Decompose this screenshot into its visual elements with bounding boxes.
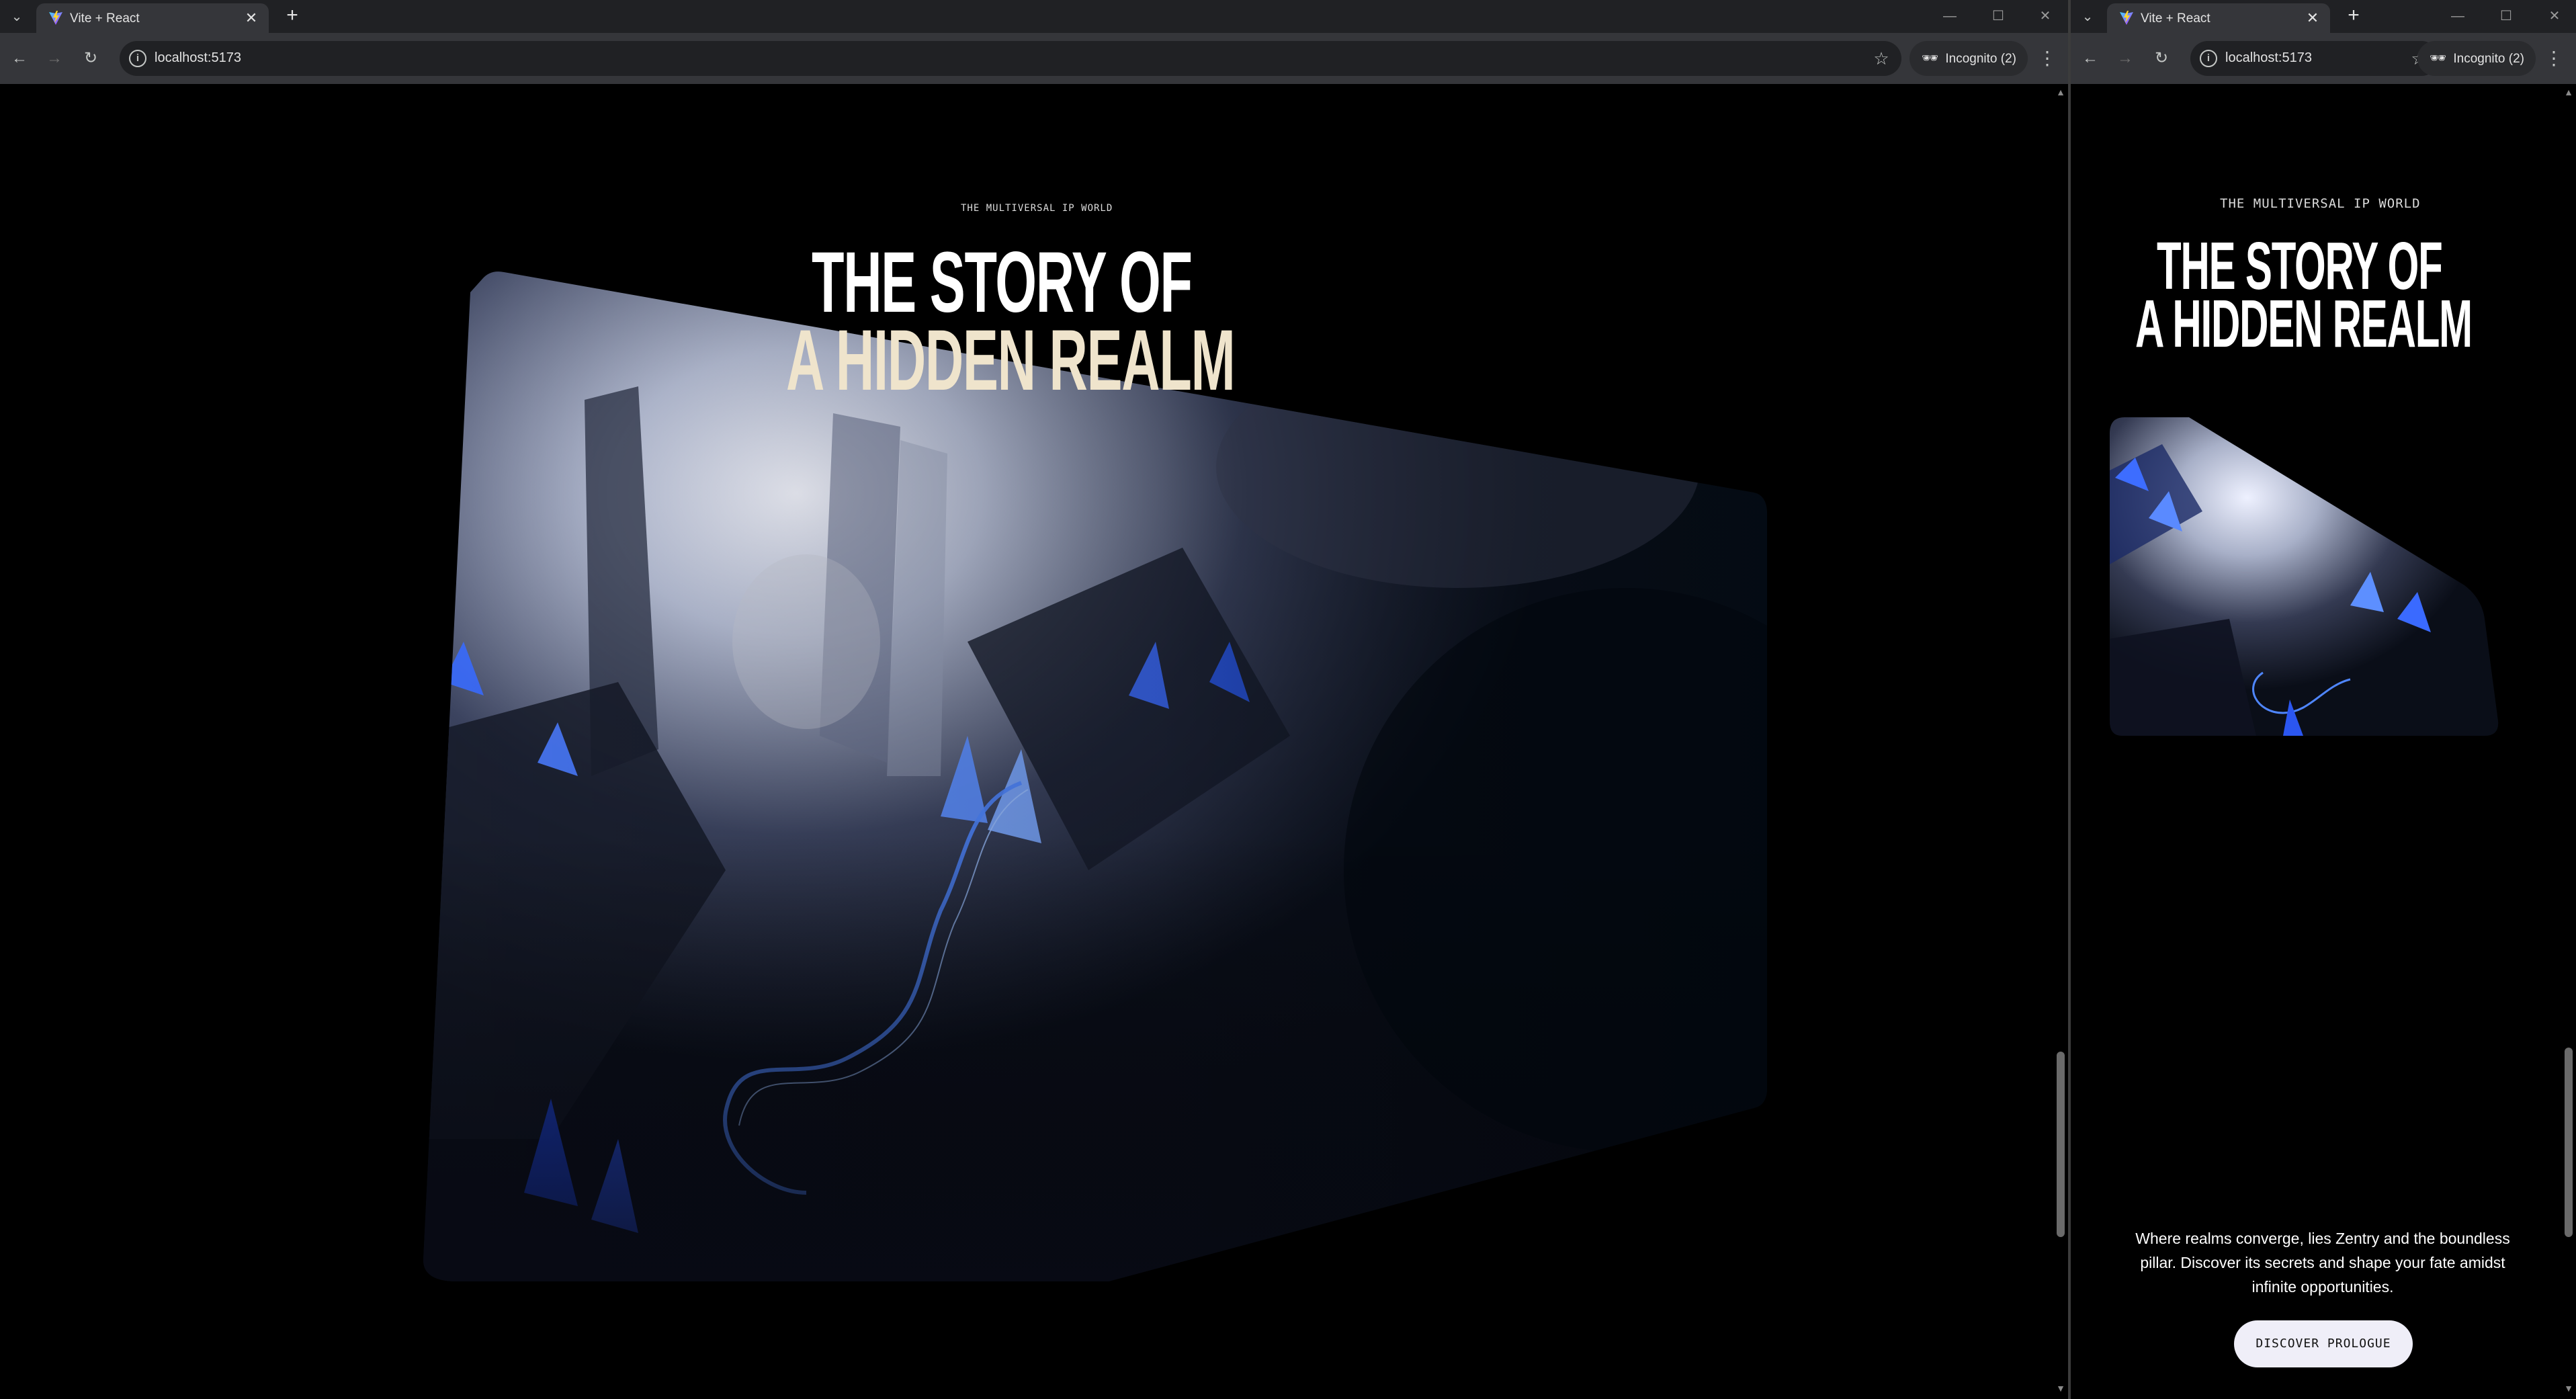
hero-image-frame (2110, 417, 2499, 736)
scrollbar[interactable]: ▲ ▼ (2561, 84, 2576, 1399)
scroll-up-icon[interactable]: ▲ (2053, 87, 2068, 100)
incognito-icon: 🕶 (2430, 51, 2447, 66)
kebab-menu-icon[interactable]: ⋮ (2544, 47, 2564, 70)
scrollbar-thumb[interactable] (2057, 1052, 2065, 1237)
arrow-right-icon[interactable]: → (2114, 47, 2137, 70)
arrow-left-icon[interactable]: ← (2079, 47, 2102, 70)
browser-toolbar: ← → ↻ i localhost:5173 ☆ 🕶Incognito (2) … (0, 33, 2068, 84)
arrow-left-icon[interactable]: ← (8, 47, 31, 70)
chevron-down-icon[interactable]: ⌄ (2077, 7, 2098, 27)
url-text[interactable]: localhost:5173 (155, 50, 241, 66)
tab-active[interactable]: Vite + React ✕ (36, 3, 269, 33)
incognito-icon: 🕶 (1922, 51, 1939, 66)
info-icon[interactable]: i (2200, 50, 2217, 67)
discover-prologue-button[interactable]: DISCOVER PROLOGUE (2234, 1320, 2413, 1367)
arrow-right-icon[interactable]: → (43, 47, 66, 70)
browser-window-left: ⌄ Vite + React ✕ + — ☐ ✕ ← → ↻ i localho… (0, 0, 2068, 1399)
incognito-label: Incognito (2) (1945, 52, 2017, 66)
scroll-up-icon[interactable]: ▲ (2561, 87, 2576, 100)
scroll-down-icon[interactable]: ▼ (2053, 1383, 2068, 1396)
tagline-text: Where realms converge, lies Zentry and t… (2135, 1230, 2510, 1296)
tab-title: Vite + React (70, 11, 140, 26)
vite-logo-icon (2120, 11, 2133, 25)
headline-line-2: A HIDDEN REALM (2135, 286, 2473, 362)
browser-toolbar: ← → ↻ i localhost:5173 ☆ 🕶Incognito (2) … (2071, 33, 2576, 84)
reload-icon[interactable]: ↻ (2150, 47, 2173, 70)
incognito-badge[interactable]: 🕶 Incognito (2) (2417, 41, 2536, 76)
address-bar[interactable]: i localhost:5173 ☆ (2190, 41, 2439, 76)
page-viewport: THE MULTIVERSAL IP WORLD THE STORY OF A … (0, 84, 2068, 1399)
maximize-icon[interactable]: ☐ (2493, 5, 2520, 27)
headline-line-2: A HIDDEN REALM (786, 312, 1236, 409)
tab-strip: ⌄ Vite + React ✕ + — ☐ ✕ (2071, 0, 2576, 33)
browser-window-right: ⌄ Vite + React ✕ + — ☐ ✕ ← → ↻ i localho… (2071, 0, 2576, 1399)
scroll-down-icon[interactable]: ▼ (2561, 1383, 2576, 1396)
kebab-menu-icon[interactable]: ⋮ (2037, 47, 2057, 70)
chevron-down-icon[interactable]: ⌄ (7, 7, 27, 27)
close-window-icon[interactable]: ✕ (2541, 5, 2568, 27)
minimize-icon[interactable]: — (1936, 5, 1963, 27)
url-text[interactable]: localhost:5173 (2225, 50, 2312, 66)
new-tab-button[interactable]: + (281, 5, 304, 28)
star-icon[interactable]: ☆ (1871, 48, 1892, 69)
address-bar[interactable]: i localhost:5173 ☆ (120, 41, 1901, 76)
minimize-icon[interactable]: — (2444, 5, 2471, 27)
scrollbar[interactable]: ▲ ▼ (2053, 84, 2068, 1399)
hero-image-frame (423, 271, 1767, 1282)
info-icon[interactable]: i (129, 50, 146, 67)
close-icon[interactable]: ✕ (242, 9, 261, 28)
kicker-text: THE MULTIVERSAL IP WORLD (961, 203, 1113, 214)
page-viewport: THE MULTIVERSAL IP WORLD THE STORY OF A … (2071, 84, 2576, 1399)
tab-active[interactable]: Vite + React ✕ (2107, 3, 2330, 33)
close-icon[interactable]: ✕ (2303, 9, 2322, 28)
incognito-badge[interactable]: 🕶 Incognito (2) (1909, 41, 2028, 76)
reload-icon[interactable]: ↻ (79, 47, 102, 70)
scrollbar-thumb[interactable] (2565, 1048, 2573, 1237)
incognito-label: Incognito (2) (2453, 52, 2525, 66)
tab-strip: ⌄ Vite + React ✕ + — ☐ ✕ (0, 0, 2068, 33)
vite-logo-icon (49, 11, 62, 25)
close-window-icon[interactable]: ✕ (2032, 5, 2059, 27)
kicker-text: THE MULTIVERSAL IP WORLD (2220, 196, 2421, 211)
maximize-icon[interactable]: ☐ (1985, 5, 2012, 27)
new-tab-button[interactable]: + (2342, 5, 2365, 28)
tab-title: Vite + React (2141, 11, 2210, 26)
